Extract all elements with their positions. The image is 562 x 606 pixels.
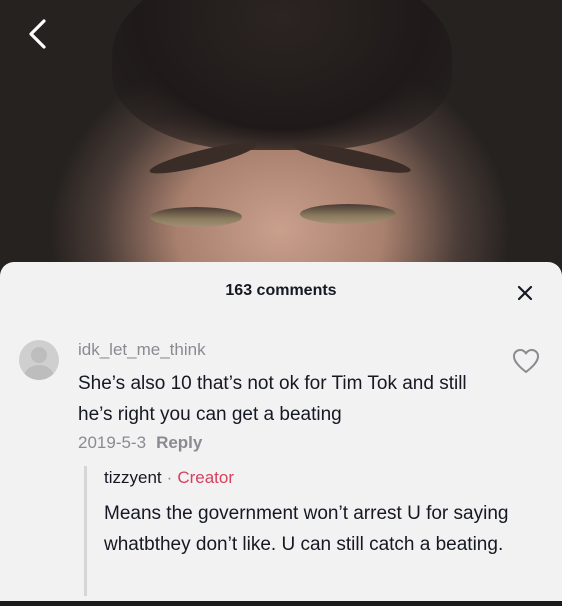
heart-outline-icon [513, 349, 539, 373]
comments-header: 163 comments [0, 262, 562, 320]
reply-text: Means the government won’t arrest U for … [104, 503, 509, 555]
reply-separator: · [166, 468, 173, 487]
comment-username[interactable]: idk_let_me_think [78, 340, 206, 360]
avatar[interactable] [19, 340, 59, 380]
reply-header: tizzyent · Creator [104, 468, 234, 488]
reply-button[interactable]: Reply [156, 433, 202, 452]
avatar-body-icon [24, 365, 54, 380]
back-button[interactable] [18, 14, 58, 54]
comment-text: She’s also 10 that’s not ok for Tim Tok … [78, 373, 467, 425]
comment-date: 2019-5-3 [78, 433, 147, 452]
video-eye-right [300, 204, 396, 224]
chevron-left-icon [29, 19, 46, 49]
close-button[interactable] [512, 280, 538, 306]
reply-username[interactable]: tizzyent [104, 468, 162, 487]
like-button[interactable] [510, 346, 542, 376]
reply-thread: tizzyent · Creator Means the government wo… [84, 466, 554, 606]
comment-meta: 2019-5-3 Reply [78, 433, 202, 453]
avatar-head-icon [31, 347, 47, 363]
comment-count: 163 comments [225, 282, 337, 299]
close-icon [517, 285, 533, 301]
reply-thread-line [84, 466, 87, 596]
video-hair [112, 0, 452, 150]
video-eye-left [150, 207, 242, 227]
comments-sheet: 163 comments idk_let_me_think She’s also… [0, 262, 562, 601]
creator-badge: Creator [177, 468, 234, 487]
video-frame [0, 0, 562, 270]
